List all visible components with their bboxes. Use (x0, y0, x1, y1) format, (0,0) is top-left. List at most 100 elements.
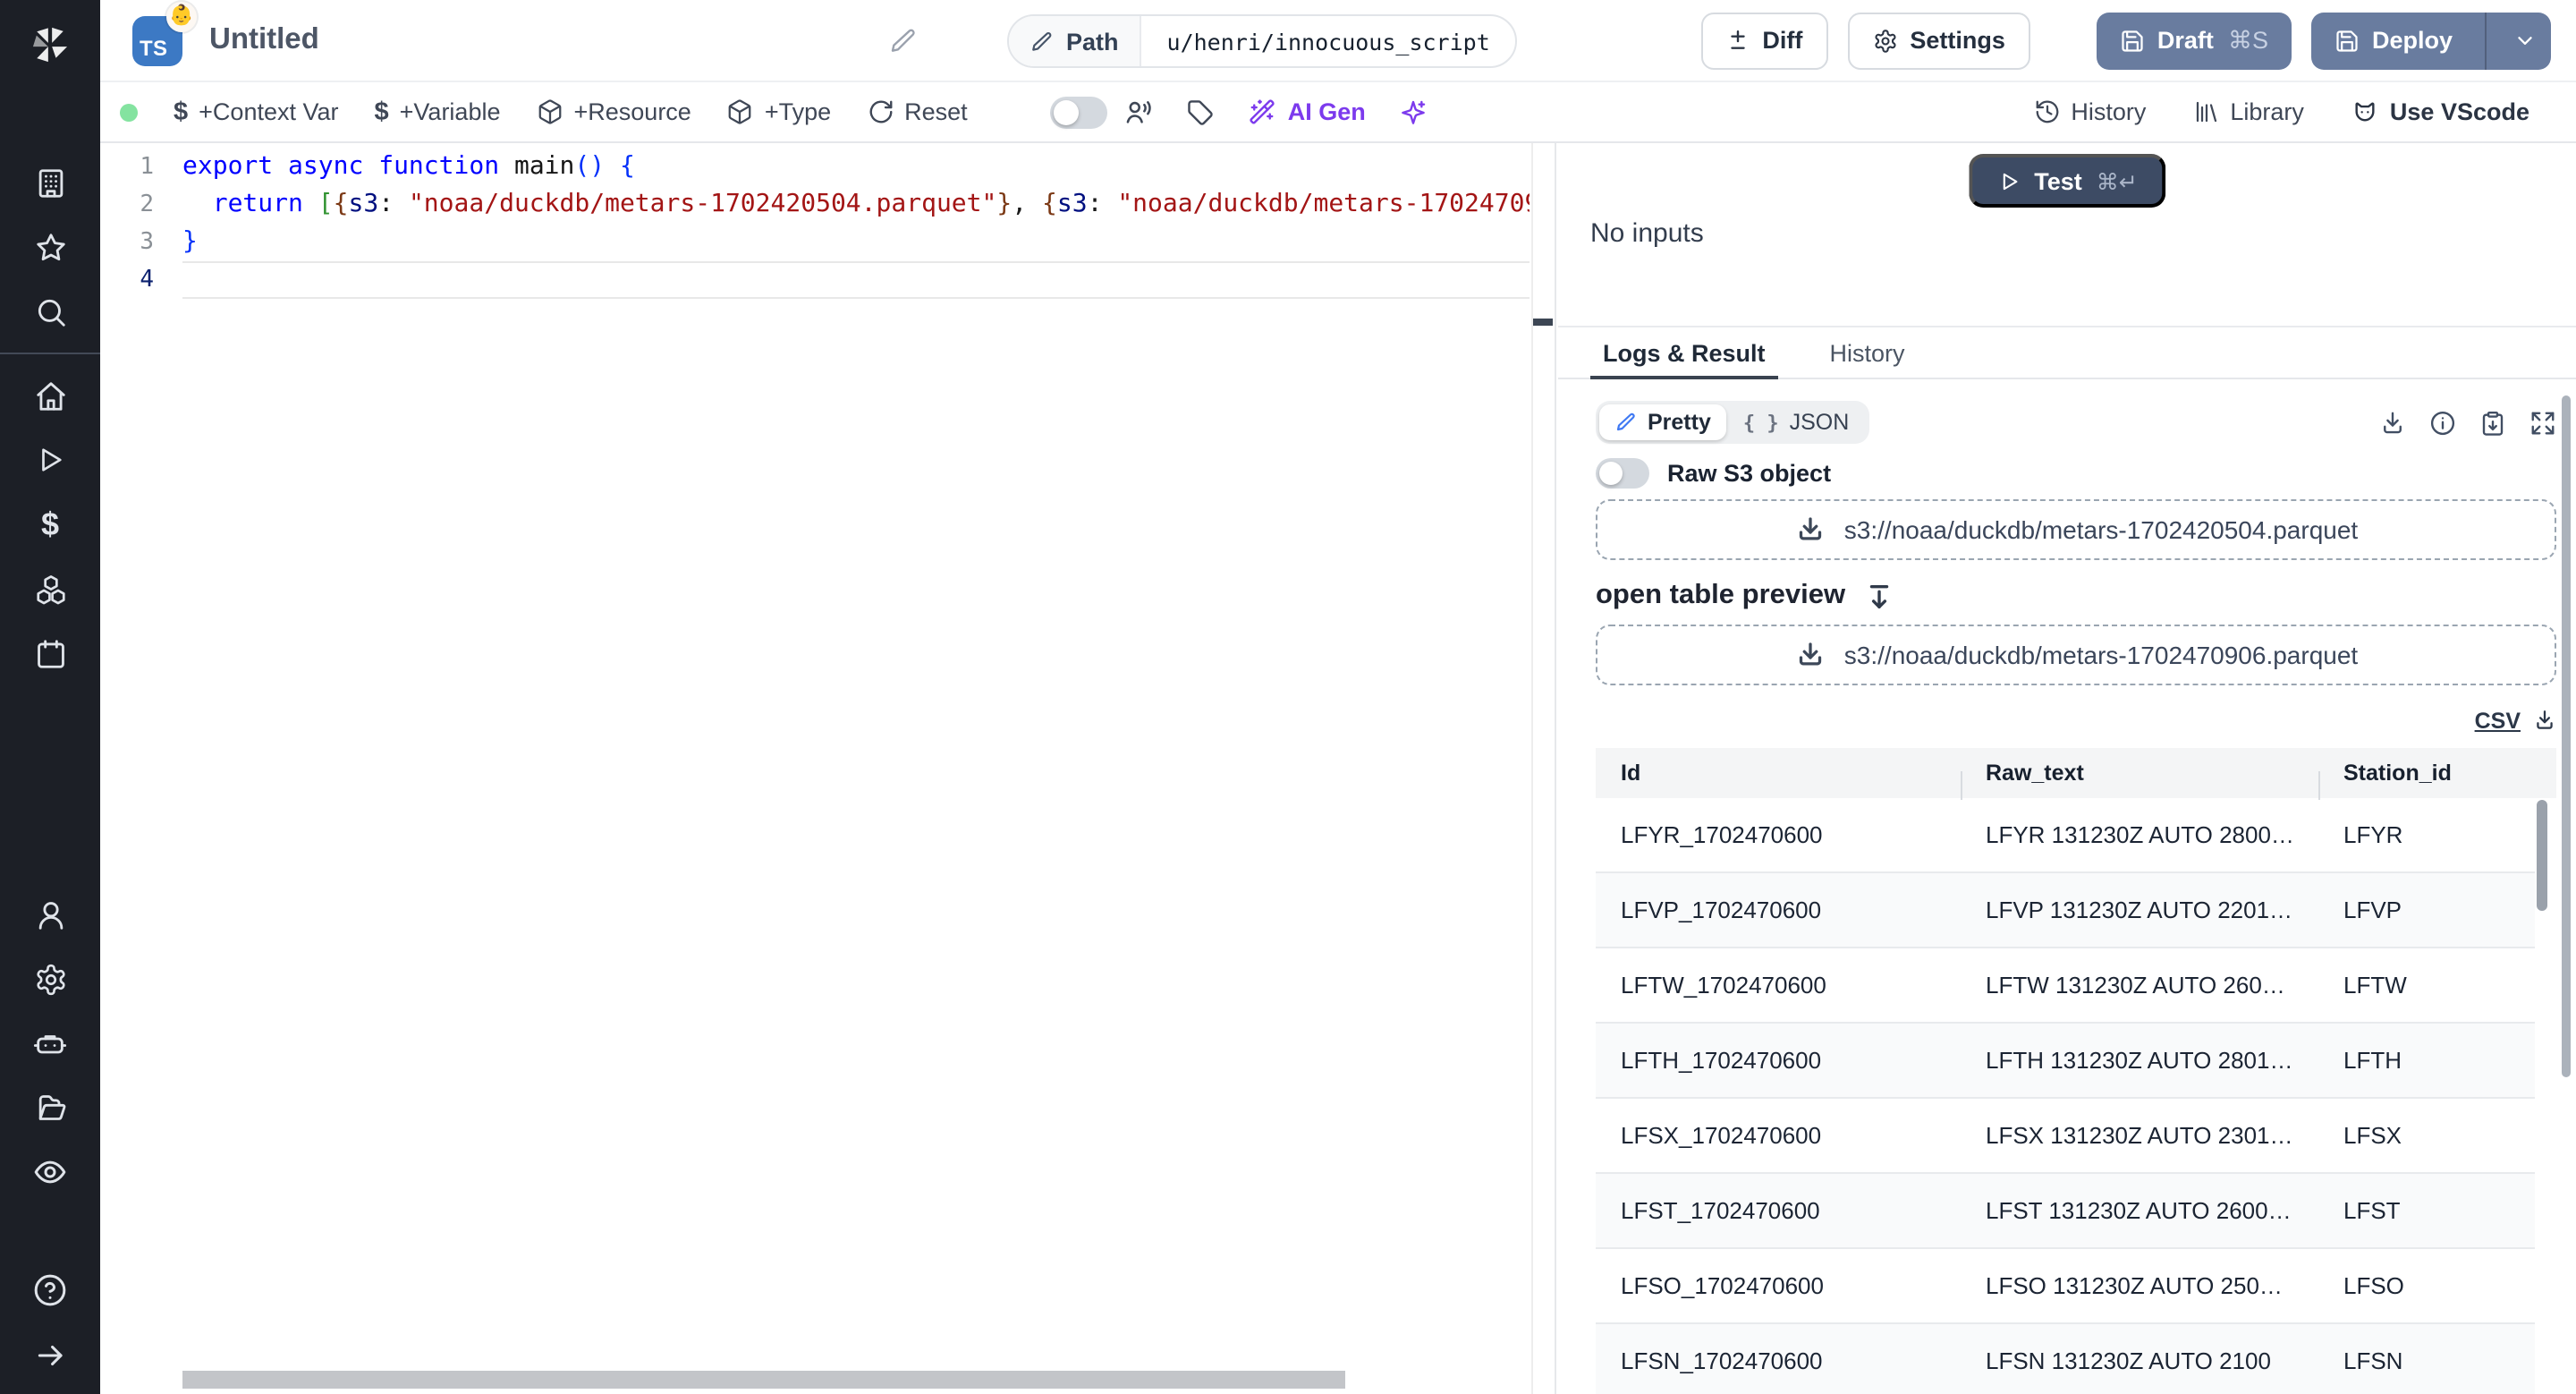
add-variable-button[interactable]: $ +Variable (357, 82, 519, 141)
result-table: Id Raw_text Station_id LFYR_1702470600 LF… (1596, 748, 2556, 1394)
deploy-button[interactable]: Deploy (2310, 12, 2551, 69)
save-icon (2334, 28, 2360, 53)
sidebar-item-folders[interactable] (0, 1075, 100, 1140)
sidebar-item-resources[interactable] (0, 557, 100, 621)
table-row[interactable]: LFTW_1702470600 LFTW 131230Z AUTO 260… LFT… (1596, 948, 2535, 1024)
tab-history-label: History (1829, 339, 1905, 366)
raw-s3-toggle[interactable] (1596, 458, 1649, 489)
sidebar-item-favorites[interactable] (0, 215, 100, 279)
sidebar-item-home[interactable] (0, 363, 100, 428)
sidebar-item-users[interactable] (0, 882, 100, 947)
sidebar-item-variables[interactable]: $ (0, 492, 100, 557)
sidebar-item-workspace[interactable] (0, 150, 100, 215)
edit-summary-icon[interactable] (889, 27, 918, 55)
table-cell: LFVP 131230Z AUTO 2201… (1986, 897, 2293, 923)
settings-button[interactable]: Settings (1847, 12, 2030, 69)
open-table-preview-label: open table preview (1596, 580, 1846, 610)
table-row[interactable]: LFTH_1702470600 LFTH 131230Z AUTO 2801… LF… (1596, 1024, 2535, 1099)
sidebar-item-runs[interactable] (0, 428, 100, 492)
json-label: JSON (1789, 410, 1850, 435)
csv-download-button[interactable] (2533, 709, 2556, 732)
library-button[interactable]: Library (2174, 98, 2322, 125)
raw-s3-row: Raw S3 object (1596, 458, 2556, 489)
sidebar-divider (0, 353, 100, 354)
csv-link[interactable]: CSV (2475, 708, 2521, 733)
use-vscode-button[interactable]: Use VScode (2333, 98, 2547, 126)
multiplayer-users-button[interactable] (1107, 82, 1170, 141)
star-icon (33, 230, 67, 264)
add-type-button[interactable]: +Type (709, 82, 849, 141)
code-line[interactable]: export async function main() { (182, 149, 1530, 186)
download-icon (2379, 409, 2406, 436)
path-value[interactable]: u/henri/innocuous_script (1142, 16, 1515, 66)
diff-icon (1726, 29, 1750, 52)
tag-button[interactable] (1170, 82, 1231, 141)
editor-code[interactable]: export async function main() { return [{… (182, 149, 1530, 299)
sidebar-item-search[interactable] (0, 279, 100, 344)
code-line[interactable]: } (182, 224, 1530, 261)
column-header-station-id[interactable]: Station_id (2318, 761, 2556, 800)
sidebar-item-settings[interactable] (0, 947, 100, 1011)
add-context-var-label: +Context Var (199, 98, 339, 125)
add-context-var-button[interactable]: $ +Context Var (156, 82, 357, 141)
script-title: Untitled (209, 23, 319, 55)
open-table-preview-row[interactable]: open table preview (1596, 578, 2556, 614)
code-line[interactable]: return [{s3: "noaa/duckdb/metars-1702420… (182, 186, 1530, 224)
draft-button[interactable]: Draft ⌘S (2096, 12, 2292, 69)
table-row[interactable]: LFYR_1702470600 LFYR 131230Z AUTO 2800… LF… (1596, 798, 2535, 873)
folder-icon (32, 1090, 68, 1126)
panel-scrollbar[interactable] (2562, 395, 2571, 1077)
table-cell: LFTH_1702470600 (1621, 1047, 1822, 1074)
expand-result-button[interactable] (2529, 409, 2556, 436)
calendar-icon (33, 636, 67, 670)
path-input[interactable]: Path u/henri/innocuous_script (1007, 14, 1517, 68)
windmill-logo-icon[interactable] (27, 16, 73, 73)
history-label: History (2071, 98, 2147, 125)
history-button[interactable]: History (2015, 98, 2164, 125)
sidebar-item-schedules[interactable] (0, 621, 100, 685)
arrow-down-from-bar-icon (1863, 581, 1894, 611)
test-shortcut: ⌘↵ (2096, 169, 2138, 194)
pretty-view-button[interactable]: Pretty (1599, 404, 1727, 440)
ai-gen-button[interactable]: AI Gen (1231, 82, 1384, 141)
tab-history[interactable]: History (1818, 327, 1918, 378)
table-row[interactable]: LFVP_1702470600 LFVP 131230Z AUTO 2201… LF… (1596, 873, 2535, 948)
s3-file-download-1[interactable]: s3://noaa/duckdb/metars-1702420504.parqu… (1596, 499, 2556, 560)
json-view-button[interactable]: { } JSON (1727, 404, 1865, 440)
table-cell: LFYR (2343, 821, 2403, 848)
editor-horizontal-scrollbar[interactable] (182, 1371, 1345, 1389)
add-resource-button[interactable]: +Resource (519, 82, 709, 141)
copy-result-button[interactable] (2479, 409, 2506, 436)
deploy-button-divider (2485, 12, 2487, 69)
sidebar-item-workers[interactable] (0, 1011, 100, 1075)
result-info-button[interactable] (2429, 409, 2456, 436)
sidebar-expand-button[interactable] (0, 1322, 100, 1387)
reset-label: Reset (904, 98, 968, 125)
result-actions (2379, 409, 2556, 436)
diff-button[interactable]: Diff (1701, 12, 1828, 69)
wand-icon (1249, 98, 1275, 125)
play-icon (1996, 169, 2020, 192)
sidebar-nav-main: $ (0, 363, 100, 685)
sidebar-item-help[interactable] (0, 1258, 100, 1322)
multiplayer-toggle[interactable] (1049, 96, 1107, 128)
table-row[interactable]: LFSO_1702470600 LFSO 131230Z AUTO 250… LFS… (1596, 1249, 2535, 1324)
download-result-button[interactable] (2379, 409, 2406, 436)
table-row[interactable]: LFST_1702470600 LFST 131230Z AUTO 2600… LF… (1596, 1174, 2535, 1249)
column-header-id[interactable]: Id (1596, 761, 1961, 786)
table-row[interactable]: LFSX_1702470600 LFSX 131230Z AUTO 2301… LF… (1596, 1099, 2535, 1174)
reset-button[interactable]: Reset (849, 82, 986, 141)
code-line[interactable] (182, 261, 1530, 299)
column-header-raw-text[interactable]: Raw_text (1961, 761, 2318, 800)
deploy-dropdown-button[interactable] (2499, 29, 2551, 52)
code-editor[interactable]: 1 2 3 4 export async function main() { retu… (100, 143, 1556, 1394)
toggle-knob (1599, 462, 1623, 485)
tab-logs-result[interactable]: Logs & Result (1590, 327, 1778, 379)
ai-sparkles-button[interactable] (1384, 82, 1445, 141)
test-button[interactable]: Test ⌘↵ (1968, 154, 2166, 208)
table-row[interactable]: LFSN_1702470600 LFSN 131230Z AUTO 2100 LFS… (1596, 1324, 2535, 1394)
table-scrollbar[interactable] (2537, 800, 2547, 911)
sidebar-item-audit[interactable] (0, 1140, 100, 1204)
s3-file-download-2[interactable]: s3://noaa/duckdb/metars-1702470906.parqu… (1596, 625, 2556, 685)
topbar-actions: Diff Settings Draft ⌘S Deploy (1701, 12, 2551, 69)
